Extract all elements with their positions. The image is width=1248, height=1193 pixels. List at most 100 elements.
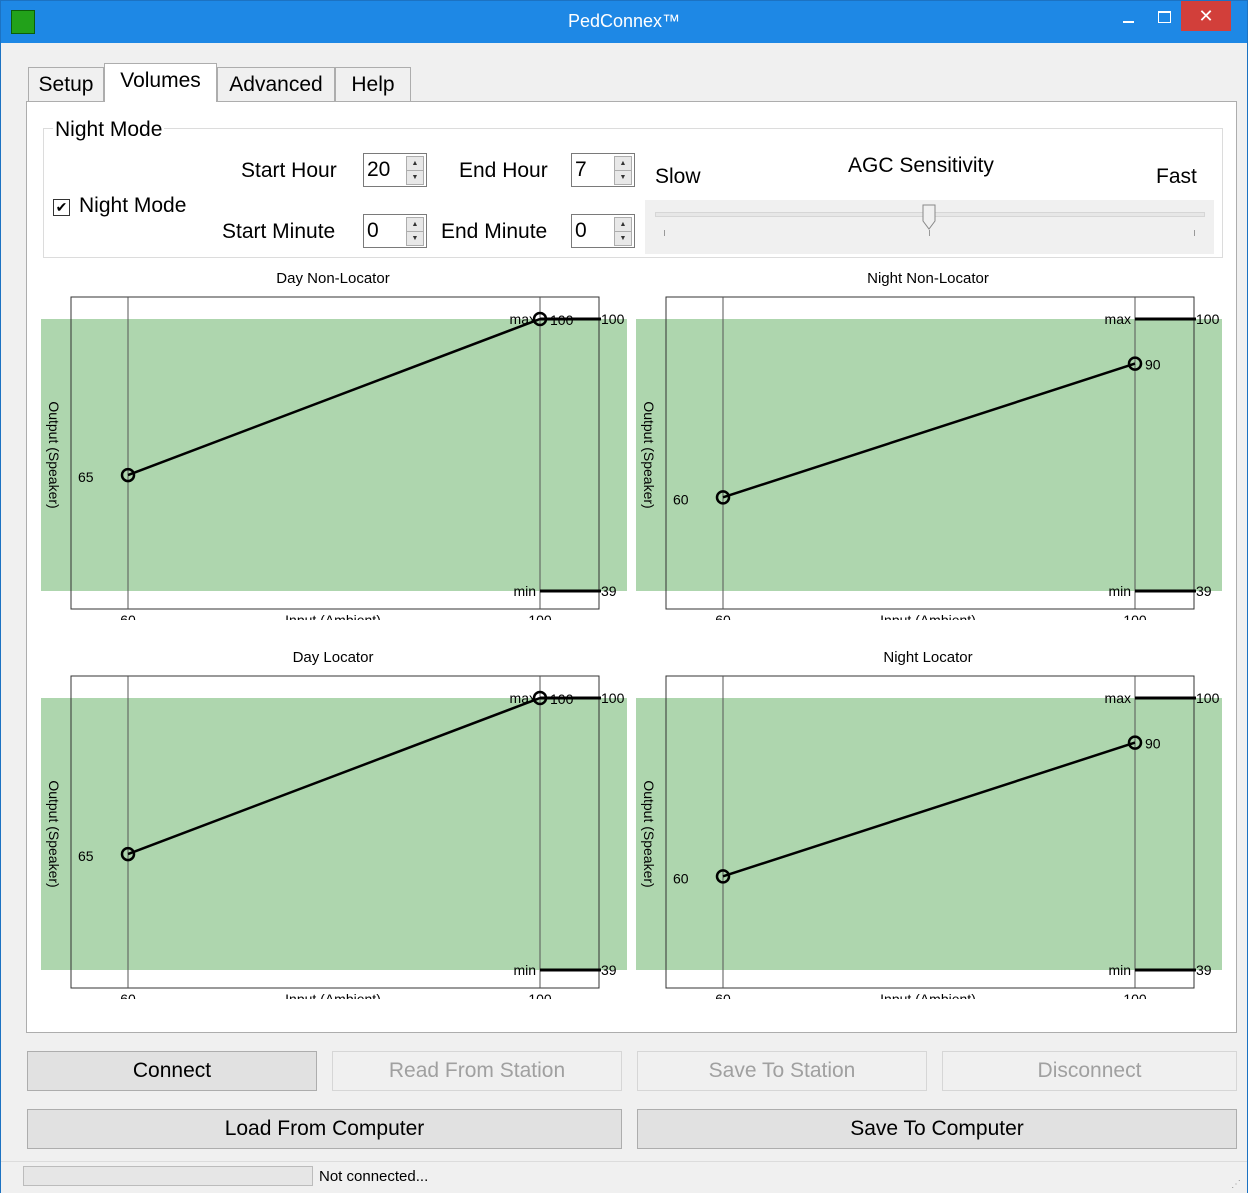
spin-down-icon[interactable]: ▼ [614, 231, 632, 246]
min-value-label: 39 [601, 583, 617, 599]
connect-button[interactable]: Connect [27, 1051, 317, 1091]
x-tick-label: 60 [120, 991, 136, 999]
tab-setup[interactable]: Setup [28, 67, 104, 101]
y-axis-label: Output (Speaker) [46, 780, 62, 887]
agc-sensitivity-slider[interactable] [645, 200, 1214, 254]
chart-day-locator[interactable]: Day Locator max min 100 39 65 100 60 100 Input (A… [41, 644, 631, 1007]
spin-up-icon[interactable]: ▲ [614, 156, 632, 171]
chart-svg: Day Non-Locatormaxmin100396510060 100Inpu… [41, 270, 627, 628]
app-window: PedConnex™ ✕ Setup Volumes Advanced Help… [0, 0, 1248, 1193]
slider-thumb[interactable] [922, 204, 936, 230]
start-minute-label: Start Minute [222, 220, 336, 243]
max-value-label: 100 [1196, 311, 1220, 327]
chart-title: Day Locator [293, 649, 374, 666]
load-from-computer-button[interactable]: Load From Computer [27, 1109, 622, 1149]
plot-area [41, 319, 627, 591]
max-label: max [1105, 690, 1131, 706]
slider-tick [1194, 230, 1195, 236]
max-value-label: 100 [601, 311, 625, 327]
spin-down-icon[interactable]: ▼ [406, 231, 424, 246]
end-hour-value: 7 [575, 158, 587, 181]
y-axis-label: Output (Speaker) [641, 401, 657, 508]
x-tick-label: 100 [1123, 612, 1147, 620]
min-label: min [513, 583, 536, 599]
minimize-button[interactable] [1113, 1, 1143, 31]
end-hour-spinner[interactable]: 7 ▲ ▼ [571, 153, 635, 187]
chart-title: Night Non-Locator [867, 270, 989, 287]
status-bar: Not connected... ⋰ [1, 1161, 1247, 1193]
maximize-button[interactable] [1149, 1, 1179, 31]
chart-day-non-locator[interactable]: Day Non-Locator max min 100 39 65 100 60 100 Inpu… [41, 265, 631, 628]
end-minute-spinner[interactable]: 0 ▲ ▼ [571, 214, 635, 248]
x-axis-label: Input (Ambient) [880, 612, 976, 620]
y-axis-label: Output (Speaker) [46, 401, 62, 508]
plot-area [41, 698, 627, 970]
chart-night-locator[interactable]: Night Locator max min 100 39 60 90 60 100 Input (… [636, 644, 1226, 1007]
agc-sensitivity-title: AGC Sensitivity [848, 154, 994, 177]
y-axis-label: Output (Speaker) [641, 780, 657, 887]
tab-volumes[interactable]: Volumes [104, 63, 217, 102]
x-tick-label: 100 [528, 991, 552, 999]
chart-title: Day Non-Locator [276, 270, 389, 287]
night-mode-group-title: Night Mode [53, 118, 165, 142]
start-minute-spinner[interactable]: 0 ▲ ▼ [363, 214, 427, 248]
chart-title: Night Locator [883, 649, 972, 666]
title-bar[interactable]: PedConnex™ ✕ [1, 1, 1247, 43]
point-label: 100 [550, 312, 574, 328]
slider-tick [664, 230, 665, 236]
x-axis-label: Input (Ambient) [285, 991, 381, 999]
min-value-label: 39 [1196, 962, 1212, 978]
spin-up-icon[interactable]: ▲ [406, 156, 424, 171]
min-label: min [1108, 962, 1131, 978]
start-hour-value: 20 [367, 158, 391, 181]
min-label: min [513, 962, 536, 978]
point-label: 90 [1145, 357, 1161, 373]
max-value-label: 100 [1196, 690, 1220, 706]
min-label: min [1108, 583, 1131, 599]
min-value-label: 39 [1196, 583, 1212, 599]
night-mode-checkbox-label: Night Mode [79, 194, 187, 217]
chart-svg: Night Non-Locator max min 100 39 60 90 60 100 Inp… [636, 270, 1222, 628]
spin-down-icon[interactable]: ▼ [406, 170, 424, 185]
x-tick-label: 60 [715, 991, 731, 999]
max-value-label: 100 [601, 690, 625, 706]
chart-svg: Day Locatormaxmin100396510060 100Input (A… [41, 649, 627, 1007]
start-hour-label: Start Hour [241, 159, 337, 182]
save-to-station-button[interactable]: Save To Station [637, 1051, 927, 1091]
start-hour-spinner[interactable]: 20 ▲ ▼ [363, 153, 427, 187]
slider-tick [929, 230, 930, 236]
min-value-label: 39 [601, 962, 617, 978]
chart-night-non-locator[interactable]: Night Non-Locator max min 100 39 60 90 60 100 Inp… [636, 265, 1226, 628]
spin-down-icon[interactable]: ▼ [614, 170, 632, 185]
x-tick-label: 60 [120, 612, 136, 620]
tab-advanced[interactable]: Advanced [217, 67, 335, 101]
x-tick-label: 100 [1123, 991, 1147, 999]
resize-grip-icon[interactable]: ⋰ [1231, 1179, 1241, 1190]
x-axis-label: Input (Ambient) [285, 612, 381, 620]
end-minute-label: End Minute [441, 220, 548, 243]
x-tick-label: 100 [528, 612, 552, 620]
plot-area [636, 319, 1222, 591]
point-label: 65 [78, 848, 94, 864]
chart-svg: Night Locator max min 100 39 60 90 60 100 Input (… [636, 649, 1222, 1007]
point-label: 65 [78, 469, 94, 485]
start-minute-value: 0 [367, 219, 379, 242]
disconnect-button[interactable]: Disconnect [942, 1051, 1237, 1091]
x-tick-label: 60 [715, 612, 731, 620]
checkmark-icon: ✔ [55, 199, 68, 215]
point-label: 100 [550, 691, 574, 707]
save-to-computer-button[interactable]: Save To Computer [637, 1109, 1237, 1149]
close-button[interactable]: ✕ [1181, 1, 1231, 31]
minimize-icon [1122, 21, 1134, 24]
point-label: 60 [673, 491, 689, 507]
point-label: 60 [673, 870, 689, 886]
spin-up-icon[interactable]: ▲ [406, 217, 424, 232]
tab-help[interactable]: Help [335, 67, 411, 101]
max-label: max [1105, 311, 1131, 327]
read-from-station-button[interactable]: Read From Station [332, 1051, 622, 1091]
x-axis-label: Input (Ambient) [880, 991, 976, 999]
night-mode-checkbox[interactable]: ✔ [53, 199, 70, 216]
spin-up-icon[interactable]: ▲ [614, 217, 632, 232]
point-label: 90 [1145, 736, 1161, 752]
close-icon: ✕ [1198, 6, 1214, 26]
